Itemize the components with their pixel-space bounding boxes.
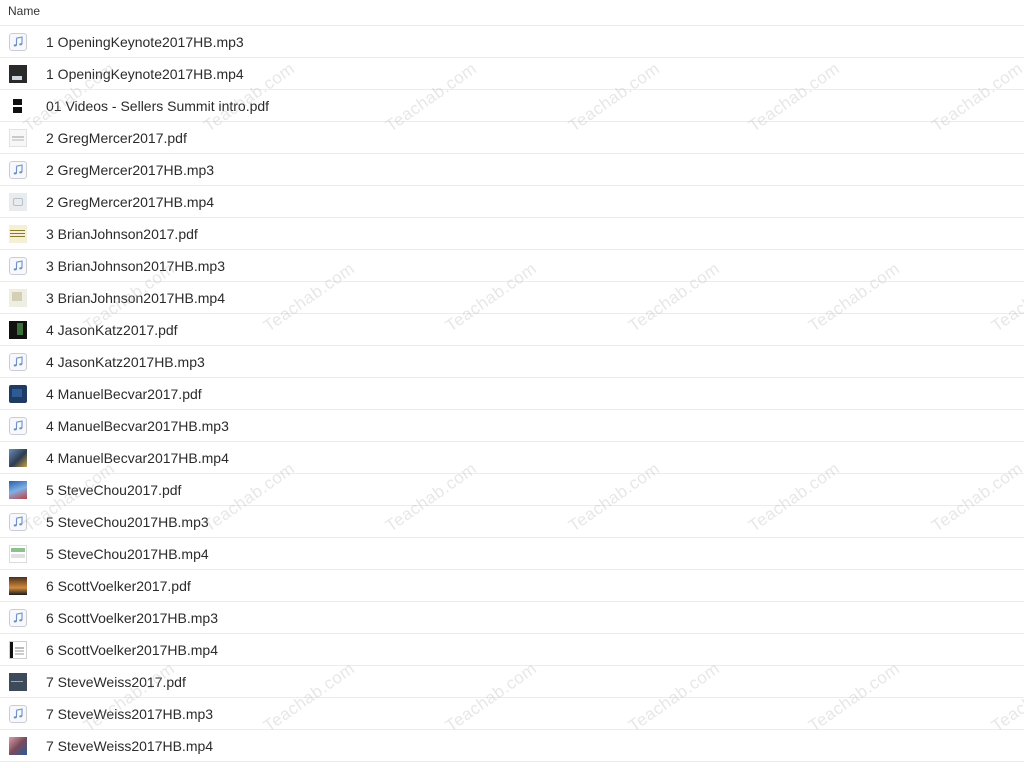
file-name[interactable]: 3 BrianJohnson2017HB.mp4 [46,290,225,306]
file-row[interactable]: 7 SteveWeiss2017.pdf [0,666,1024,698]
column-header-name-label: Name [8,4,41,18]
column-header-name[interactable]: Name [0,0,1024,26]
file-rows: 1 OpeningKeynote2017HB.mp3 1 OpeningKeyno… [0,26,1024,762]
audio-file-icon [9,352,27,371]
file-row[interactable]: 1 OpeningKeynote2017HB.mp4 [0,58,1024,90]
file-thumbnail-icon [9,736,27,755]
file-name[interactable]: 4 ManuelBecvar2017HB.mp3 [46,418,229,434]
file-row[interactable]: 5 SteveChou2017.pdf [0,474,1024,506]
file-row[interactable]: 4 ManuelBecvar2017HB.mp4 [0,442,1024,474]
file-thumbnail-icon [9,576,27,595]
file-thumbnail-icon [9,224,27,243]
file-name[interactable]: 4 JasonKatz2017HB.mp3 [46,354,205,370]
file-row[interactable]: 4 JasonKatz2017HB.mp3 [0,346,1024,378]
file-thumbnail-icon [9,96,27,115]
file-row[interactable]: 6 ScottVoelker2017HB.mp4 [0,634,1024,666]
file-row[interactable]: 5 SteveChou2017HB.mp4 [0,538,1024,570]
file-row[interactable]: 5 SteveChou2017HB.mp3 [0,506,1024,538]
file-row[interactable]: 6 ScottVoelker2017.pdf [0,570,1024,602]
audio-file-icon [9,416,27,435]
file-row[interactable]: 2 GregMercer2017HB.mp4 [0,186,1024,218]
file-name[interactable]: 4 ManuelBecvar2017HB.mp4 [46,450,229,466]
file-row[interactable]: 4 ManuelBecvar2017HB.mp3 [0,410,1024,442]
file-name[interactable]: 5 SteveChou2017HB.mp3 [46,514,209,530]
file-thumbnail-icon [9,288,27,307]
file-name[interactable]: 2 GregMercer2017HB.mp3 [46,162,214,178]
file-name[interactable]: 4 ManuelBecvar2017.pdf [46,386,202,402]
audio-file-icon [9,608,27,627]
file-name[interactable]: 3 BrianJohnson2017.pdf [46,226,198,242]
audio-file-icon [9,256,27,275]
file-thumbnail-icon [9,448,27,467]
file-name[interactable]: 7 SteveWeiss2017HB.mp3 [46,706,213,722]
file-name[interactable]: 6 ScottVoelker2017HB.mp3 [46,610,218,626]
file-thumbnail-icon [9,192,27,211]
file-name[interactable]: 6 ScottVoelker2017HB.mp4 [46,642,218,658]
file-thumbnail-icon [9,544,27,563]
file-thumbnail-icon [9,480,27,499]
file-name[interactable]: 01 Videos - Sellers Summit intro.pdf [46,98,269,114]
file-row[interactable]: 3 BrianJohnson2017.pdf [0,218,1024,250]
file-thumbnail-icon [9,384,27,403]
file-thumbnail-icon [9,672,27,691]
file-name[interactable]: 1 OpeningKeynote2017HB.mp3 [46,34,244,50]
file-list: Name 1 OpeningKeynote2017HB.mp3 1 Opening… [0,0,1024,768]
file-row[interactable]: 4 ManuelBecvar2017.pdf [0,378,1024,410]
file-name[interactable]: 1 OpeningKeynote2017HB.mp4 [46,66,244,82]
file-row[interactable]: 1 OpeningKeynote2017HB.mp3 [0,26,1024,58]
file-thumbnail-icon [9,640,27,659]
file-row[interactable]: 3 BrianJohnson2017HB.mp3 [0,250,1024,282]
audio-file-icon [9,512,27,531]
file-name[interactable]: 6 ScottVoelker2017.pdf [46,578,191,594]
file-thumbnail-icon [9,64,27,83]
file-name[interactable]: 7 SteveWeiss2017.pdf [46,674,186,690]
file-name[interactable]: 5 SteveChou2017.pdf [46,482,181,498]
file-row[interactable]: 4 JasonKatz2017.pdf [0,314,1024,346]
file-thumbnail-icon [9,128,27,147]
file-name[interactable]: 4 JasonKatz2017.pdf [46,322,178,338]
file-name[interactable]: 3 BrianJohnson2017HB.mp3 [46,258,225,274]
audio-file-icon [9,32,27,51]
file-name[interactable]: 2 GregMercer2017.pdf [46,130,187,146]
file-row[interactable]: 7 SteveWeiss2017HB.mp3 [0,698,1024,730]
file-name[interactable]: 5 SteveChou2017HB.mp4 [46,546,209,562]
file-row[interactable]: 3 BrianJohnson2017HB.mp4 [0,282,1024,314]
file-row[interactable]: 6 ScottVoelker2017HB.mp3 [0,602,1024,634]
file-row[interactable]: 01 Videos - Sellers Summit intro.pdf [0,90,1024,122]
file-row[interactable]: 2 GregMercer2017.pdf [0,122,1024,154]
audio-file-icon [9,704,27,723]
file-row[interactable]: 2 GregMercer2017HB.mp3 [0,154,1024,186]
file-row[interactable]: 7 SteveWeiss2017HB.mp4 [0,730,1024,762]
file-name[interactable]: 7 SteveWeiss2017HB.mp4 [46,738,213,754]
file-thumbnail-icon [9,320,27,339]
audio-file-icon [9,160,27,179]
file-name[interactable]: 2 GregMercer2017HB.mp4 [46,194,214,210]
